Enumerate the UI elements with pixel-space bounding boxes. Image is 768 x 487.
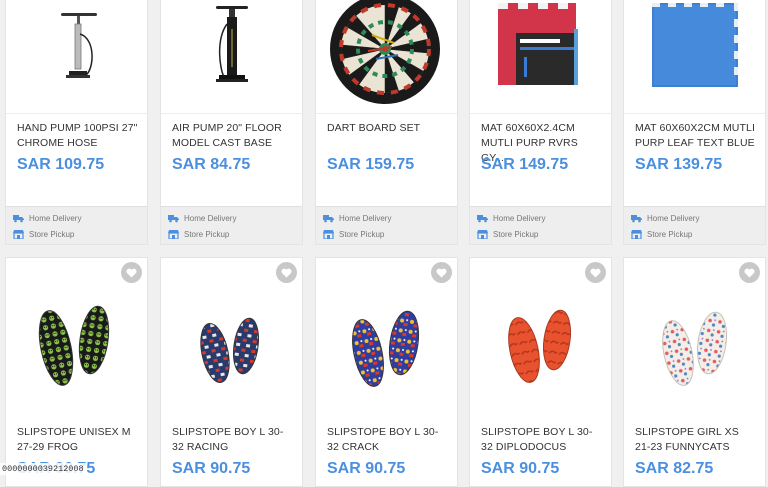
store-icon: [13, 230, 24, 239]
store-pickup: Store Pickup: [13, 227, 74, 241]
store-pickup-label: Store Pickup: [647, 229, 693, 239]
truck-icon: [13, 215, 24, 223]
product-price: SAR 109.75: [17, 156, 105, 173]
delivery-options: Home Delivery Store Pickup: [6, 206, 147, 244]
product-title[interactable]: SLIPSTOPE BOY L 30-32 RACING: [172, 425, 294, 455]
store-icon: [323, 230, 334, 239]
home-delivery-label: Home Delivery: [493, 213, 546, 223]
product-card[interactable]: SLIPSTOPE GIRL XS 21-23 FUNNYCATS SAR 82…: [623, 257, 766, 487]
delivery-options: Home Delivery Store Pickup: [470, 206, 611, 244]
product-image[interactable]: [316, 0, 457, 114]
product-card[interactable]: SLIPSTOPE UNISEX M 27-29 FROG SAR 90.75: [5, 257, 148, 487]
store-pickup-label: Store Pickup: [184, 229, 230, 239]
home-delivery-label: Home Delivery: [29, 213, 82, 223]
product-image[interactable]: [6, 0, 147, 114]
product-price: SAR 149.75: [481, 156, 569, 173]
store-pickup-label: Store Pickup: [493, 229, 539, 239]
home-delivery: Home Delivery: [477, 211, 545, 225]
product-image[interactable]: [624, 258, 765, 418]
barcode-overlay: 0000000039212008: [0, 463, 86, 475]
delivery-options: Home Delivery Store Pickup: [316, 206, 457, 244]
home-delivery: Home Delivery: [168, 211, 236, 225]
product-price: SAR 139.75: [635, 156, 723, 173]
product-image[interactable]: [470, 0, 611, 114]
home-delivery: Home Delivery: [323, 211, 391, 225]
product-image[interactable]: [470, 258, 611, 418]
product-image[interactable]: [624, 0, 765, 114]
delivery-options: Home Delivery Store Pickup: [624, 206, 765, 244]
product-image[interactable]: [316, 258, 457, 418]
store-pickup: Store Pickup: [631, 227, 692, 241]
home-delivery: Home Delivery: [631, 211, 699, 225]
product-title[interactable]: DART BOARD SET: [327, 121, 449, 136]
store-pickup-label: Store Pickup: [339, 229, 385, 239]
product-card[interactable]: SLIPSTOPE BOY L 30-32 CRACK SAR 90.75: [315, 257, 458, 487]
store-pickup: Store Pickup: [477, 227, 538, 241]
product-title[interactable]: MAT 60X60X2CM MUTLI PURP LEAF TEXT BLUE: [635, 121, 757, 151]
home-delivery-label: Home Delivery: [647, 213, 700, 223]
store-pickup-label: Store Pickup: [29, 229, 75, 239]
product-price: SAR 90.75: [481, 460, 560, 477]
product-image[interactable]: [161, 258, 302, 418]
product-card[interactable]: AIR PUMP 20" FLOOR MODEL CAST BASE SAR 8…: [160, 0, 303, 245]
product-title[interactable]: HAND PUMP 100PSI 27" CHROME HOSE: [17, 121, 139, 151]
product-price: SAR 82.75: [635, 460, 714, 477]
product-card[interactable]: DART BOARD SET SAR 159.75 Home Delivery …: [315, 0, 458, 245]
product-image[interactable]: [6, 258, 147, 418]
product-card[interactable]: SLIPSTOPE BOY L 30-32 DIPLODOCUS SAR 90.…: [469, 257, 612, 487]
truck-icon: [631, 215, 642, 223]
product-card[interactable]: HAND PUMP 100PSI 27" CHROME HOSE SAR 109…: [5, 0, 148, 245]
product-card[interactable]: MAT 60X60X2CM MUTLI PURP LEAF TEXT BLUE …: [623, 0, 766, 245]
product-title[interactable]: SLIPSTOPE GIRL XS 21-23 FUNNYCATS: [635, 425, 757, 455]
store-pickup: Store Pickup: [323, 227, 384, 241]
product-price: SAR 90.75: [172, 460, 251, 477]
product-card[interactable]: MAT 60X60X2.4CM MUTLI PURP RVRS GY... SA…: [469, 0, 612, 245]
product-image[interactable]: [161, 0, 302, 114]
product-price: SAR 84.75: [172, 156, 251, 173]
product-card[interactable]: SLIPSTOPE BOY L 30-32 RACING SAR 90.75: [160, 257, 303, 487]
product-title[interactable]: SLIPSTOPE BOY L 30-32 CRACK: [327, 425, 449, 455]
product-title[interactable]: SLIPSTOPE UNISEX M 27-29 FROG: [17, 425, 139, 455]
store-icon: [631, 230, 642, 239]
delivery-options: Home Delivery Store Pickup: [161, 206, 302, 244]
home-delivery-label: Home Delivery: [339, 213, 392, 223]
home-delivery-label: Home Delivery: [184, 213, 237, 223]
product-price: SAR 90.75: [327, 460, 406, 477]
home-delivery: Home Delivery: [13, 211, 81, 225]
store-icon: [477, 230, 488, 239]
product-title[interactable]: AIR PUMP 20" FLOOR MODEL CAST BASE: [172, 121, 294, 151]
store-pickup: Store Pickup: [168, 227, 229, 241]
store-icon: [168, 230, 179, 239]
product-price: SAR 159.75: [327, 156, 415, 173]
truck-icon: [477, 215, 488, 223]
product-title[interactable]: SLIPSTOPE BOY L 30-32 DIPLODOCUS: [481, 425, 603, 455]
truck-icon: [323, 215, 334, 223]
truck-icon: [168, 215, 179, 223]
product-grid: HAND PUMP 100PSI 27" CHROME HOSE SAR 109…: [0, 0, 768, 487]
